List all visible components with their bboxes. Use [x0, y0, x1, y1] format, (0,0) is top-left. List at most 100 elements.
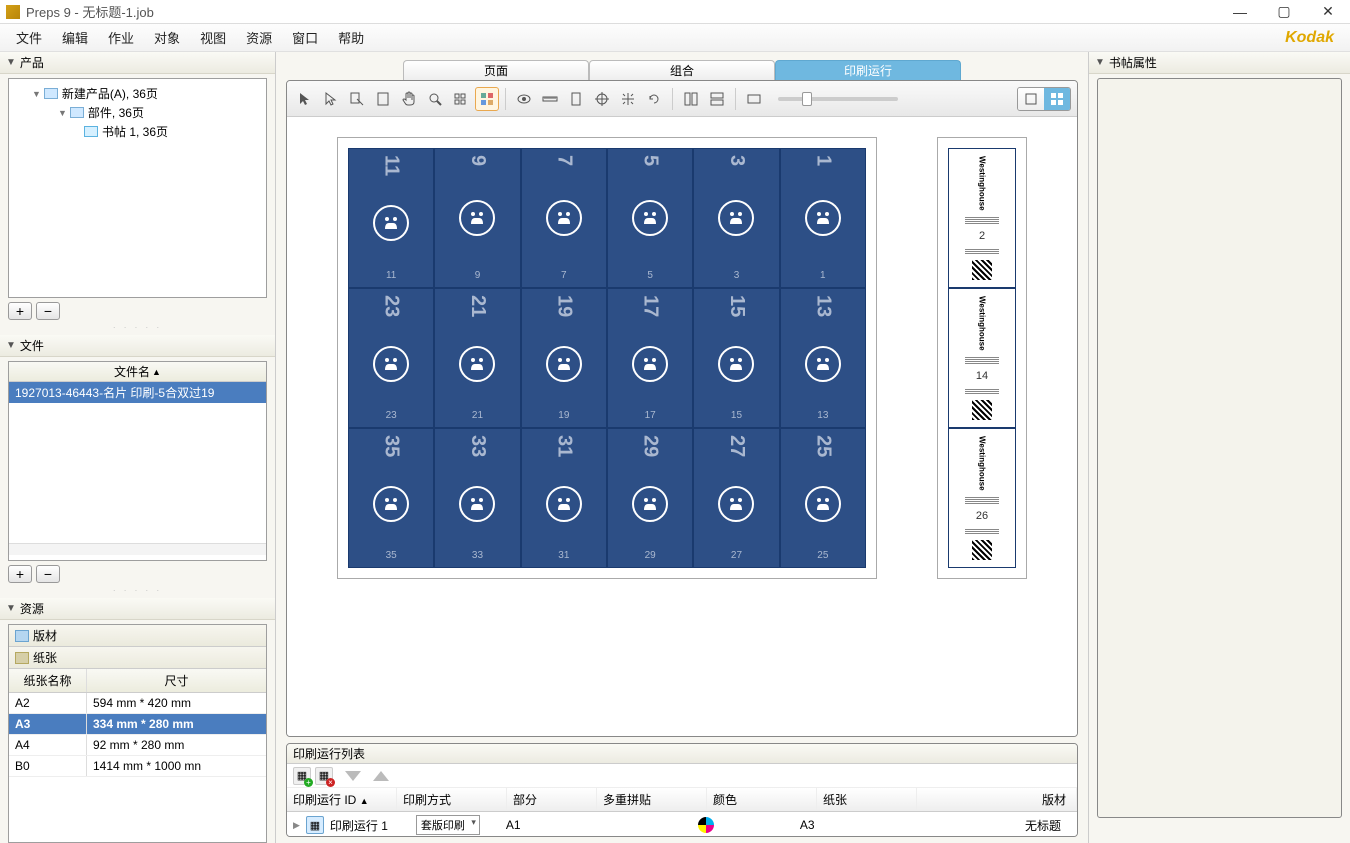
card-slot-front[interactable]: 33 33	[434, 428, 520, 568]
disclose-icon: ▼	[1095, 57, 1105, 68]
layout-tool-2[interactable]	[705, 87, 729, 111]
card-slot-front[interactable]: 9 9	[434, 148, 520, 288]
paper-col-size[interactable]: 尺寸	[87, 669, 266, 692]
pointer-tool[interactable]	[293, 87, 317, 111]
crosshair-tool[interactable]	[590, 87, 614, 111]
maximize-button[interactable]: ▢	[1262, 1, 1306, 23]
menu-view[interactable]: 视图	[190, 24, 236, 51]
file-row[interactable]: 1927013-46443-名片 印刷-5合双过19	[9, 382, 266, 403]
canvas-area[interactable]: 11 119 97 75 53 31 1 23 2321 2119 1917 17…	[287, 117, 1077, 736]
card-slot-front[interactable]: 29 29	[607, 428, 693, 568]
tree-part[interactable]: ▼部件, 36页	[14, 103, 261, 122]
tree-signature[interactable]: 书帖 1, 36页	[14, 122, 261, 141]
resources-panel: 版材 纸张 纸张名称 尺寸 A2594 mm * 420 mmA3334 mm …	[8, 624, 267, 843]
resources-label: 资源	[20, 600, 44, 617]
layout-tool-1[interactable]	[679, 87, 703, 111]
paper-col-name[interactable]: 纸张名称	[9, 669, 87, 692]
files-column-header[interactable]: 文件名 ▲	[9, 362, 266, 382]
sheet-front[interactable]: 11 119 97 75 53 31 1 23 2321 2119 1917 17…	[337, 137, 877, 579]
paper-row[interactable]: A2594 mm * 420 mm	[9, 693, 266, 714]
card-slot-front[interactable]: 21 21	[434, 288, 520, 428]
sheet-back[interactable]: Westinghouse 2 Westinghouse 14 Westingho…	[937, 137, 1027, 579]
remove-file-button[interactable]: −	[36, 565, 60, 583]
view-single[interactable]	[1018, 88, 1044, 110]
delete-run-button[interactable]: ▦×	[315, 767, 333, 785]
menu-edit[interactable]: 编辑	[52, 24, 98, 51]
col-run-id[interactable]: 印刷运行 ID ▲	[287, 788, 397, 811]
paper-row[interactable]: A3334 mm * 280 mm	[9, 714, 266, 735]
tree-root[interactable]: ▼新建产品(A), 36页	[14, 84, 261, 103]
zoom-slider[interactable]	[778, 97, 898, 101]
menu-window[interactable]: 窗口	[282, 24, 328, 51]
hand-tool[interactable]	[397, 87, 421, 111]
card-slot-front[interactable]: 11 11	[348, 148, 434, 288]
col-multi[interactable]: 多重拼贴	[597, 788, 707, 811]
tab-pages[interactable]: 页面	[403, 60, 589, 80]
card-slot-front[interactable]: 5 5	[607, 148, 693, 288]
close-button[interactable]: ✕	[1306, 1, 1350, 23]
resources-header[interactable]: ▼ 资源	[0, 598, 275, 620]
preview-tool[interactable]	[512, 87, 536, 111]
method-combo[interactable]: 套版印刷	[416, 815, 480, 835]
col-paper[interactable]: 纸张	[817, 788, 917, 811]
col-method[interactable]: 印刷方式	[397, 788, 507, 811]
card-slot-front[interactable]: 25 25	[780, 428, 866, 568]
minimize-button[interactable]: —	[1218, 1, 1262, 23]
card-slot-front[interactable]: 31 31	[521, 428, 607, 568]
col-part[interactable]: 部分	[507, 788, 597, 811]
view-grid[interactable]	[1044, 88, 1070, 110]
tab-paper[interactable]: 纸张	[9, 647, 266, 669]
col-color[interactable]: 颜色	[707, 788, 817, 811]
disclose-icon: ▼	[6, 603, 16, 614]
card-slot-front[interactable]: 27 27	[693, 428, 779, 568]
select-tool[interactable]	[319, 87, 343, 111]
add-button[interactable]: +	[8, 302, 32, 320]
properties-header[interactable]: ▼ 书帖属性	[1089, 52, 1350, 74]
card-slot-front[interactable]: 13 13	[780, 288, 866, 428]
card-slot-back[interactable]: Westinghouse 2	[948, 148, 1016, 288]
run-row[interactable]: ▶ ▦ 印刷运行 1 套版印刷 A1 A3 无标题	[287, 812, 1077, 836]
tab-assembly[interactable]: 组合	[589, 60, 775, 80]
paper-row[interactable]: B01414 mm * 1000 mn	[9, 756, 266, 777]
paper-row[interactable]: A492 mm * 280 mm	[9, 735, 266, 756]
menu-file[interactable]: 文件	[6, 24, 52, 51]
card-slot-front[interactable]: 35 35	[348, 428, 434, 568]
menu-object[interactable]: 对象	[144, 24, 190, 51]
menu-resources[interactable]: 资源	[236, 24, 282, 51]
grid-tool[interactable]	[475, 87, 499, 111]
card-slot-front[interactable]: 1 1	[780, 148, 866, 288]
remove-button[interactable]: −	[36, 302, 60, 320]
zoom-tool[interactable]	[423, 87, 447, 111]
tab-media[interactable]: 版材	[9, 625, 266, 647]
new-page-tool[interactable]	[371, 87, 395, 111]
page-tool[interactable]	[564, 87, 588, 111]
card-slot-back[interactable]: Westinghouse 14	[948, 288, 1016, 428]
rotate-tool[interactable]	[642, 87, 666, 111]
ruler-tool[interactable]	[538, 87, 562, 111]
products-header[interactable]: ▼ 产品	[0, 52, 275, 74]
card-slot-back[interactable]: Westinghouse 26	[948, 428, 1016, 568]
card-slot-front[interactable]: 23 23	[348, 288, 434, 428]
move-up-button[interactable]	[373, 771, 389, 781]
left-panel: ▼ 产品 ▼新建产品(A), 36页 ▼部件, 36页 书帖 1, 36页 + …	[0, 52, 276, 843]
col-plate[interactable]: 版材	[917, 788, 1077, 811]
marquee-tool[interactable]	[449, 87, 473, 111]
tab-pressrun[interactable]: 印刷运行	[775, 60, 961, 80]
move-down-button[interactable]	[345, 771, 361, 781]
card-slot-front[interactable]: 7 7	[521, 148, 607, 288]
align-tool[interactable]	[616, 87, 640, 111]
menu-job[interactable]: 作业	[98, 24, 144, 51]
product-tree[interactable]: ▼新建产品(A), 36页 ▼部件, 36页 书帖 1, 36页	[8, 78, 267, 298]
card-slot-front[interactable]: 17 17	[607, 288, 693, 428]
properties-label: 书帖属性	[1109, 54, 1157, 71]
expand-tool[interactable]	[742, 87, 766, 111]
page-select-tool[interactable]	[345, 87, 369, 111]
card-slot-front[interactable]: 3 3	[693, 148, 779, 288]
properties-body	[1097, 78, 1342, 818]
files-header[interactable]: ▼ 文件	[0, 335, 275, 357]
add-run-button[interactable]: ▦+	[293, 767, 311, 785]
card-slot-front[interactable]: 19 19	[521, 288, 607, 428]
card-slot-front[interactable]: 15 15	[693, 288, 779, 428]
menu-help[interactable]: 帮助	[328, 24, 374, 51]
add-file-button[interactable]: +	[8, 565, 32, 583]
